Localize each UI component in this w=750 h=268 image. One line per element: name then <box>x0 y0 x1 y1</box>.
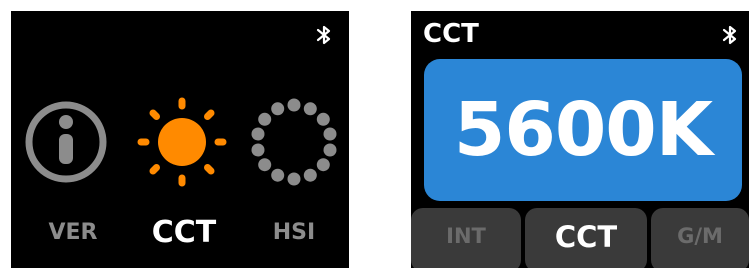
menu-screen: VER CCT HSI <box>11 11 349 268</box>
cct-value: 5600K <box>453 87 713 173</box>
dotted-ring-icon <box>251 98 337 186</box>
cct-label: CCT <box>151 215 217 250</box>
bluetooth-icon <box>722 25 737 45</box>
tab-int[interactable]: INT <box>411 208 521 268</box>
tab-gm-label: G/M <box>677 224 723 248</box>
ver-menu-item[interactable] <box>11 87 121 197</box>
cct-screen: CCT 5600K INT CCT G/M <box>411 11 749 268</box>
cct-menu-item[interactable] <box>127 87 237 197</box>
tab-gm[interactable]: G/M <box>651 208 749 268</box>
cct-value-panel[interactable]: 5600K <box>424 59 742 201</box>
ver-label: VER <box>48 220 98 245</box>
hsi-label: HSI <box>272 220 316 245</box>
sun-icon <box>137 97 227 187</box>
tab-cct-label: CCT <box>554 220 618 254</box>
mode-title: CCT <box>423 19 479 49</box>
info-icon <box>25 101 107 183</box>
tab-int-label: INT <box>446 224 486 248</box>
bluetooth-icon <box>316 25 331 45</box>
tab-cct[interactable]: CCT <box>525 208 647 268</box>
hsi-menu-item[interactable] <box>239 87 349 197</box>
